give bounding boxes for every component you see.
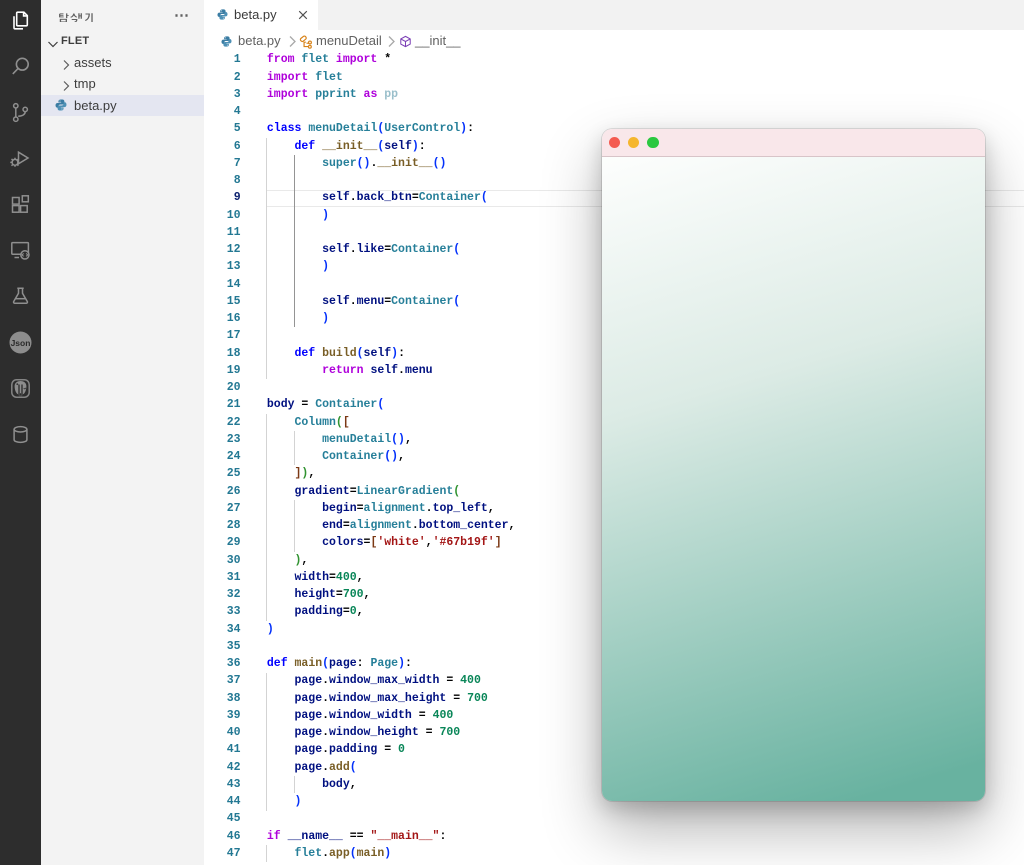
svg-text:Json: Json bbox=[11, 338, 31, 348]
